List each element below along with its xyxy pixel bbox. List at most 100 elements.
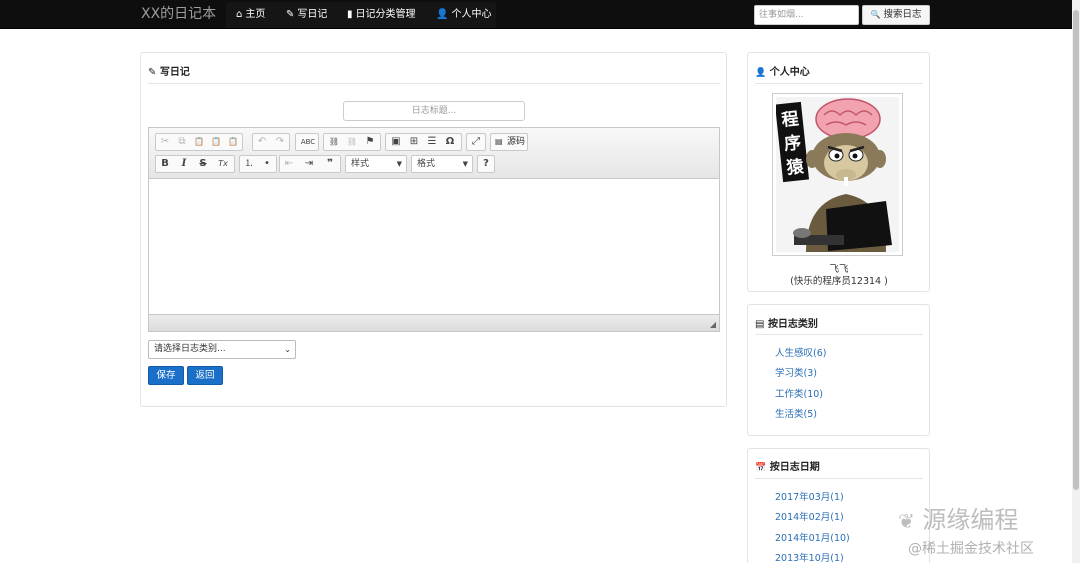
editor-content-area[interactable]	[149, 179, 719, 315]
paste-word-icon[interactable]: 📋	[224, 134, 242, 150]
pencil-icon: ✎	[148, 67, 157, 78]
pencil-icon: ✎	[286, 9, 295, 20]
svg-text:序: 序	[783, 132, 802, 155]
nav-item-label: 主页	[245, 9, 266, 20]
nav-item-personal-center[interactable]: 👤 个人中心	[436, 2, 491, 28]
scrollbar-thumb[interactable]	[1073, 10, 1079, 490]
category-link[interactable]: 学习类(3)	[775, 365, 817, 379]
help-group: ?	[477, 155, 495, 173]
insert-group: ▣ ⊞ ☰ Ω	[385, 133, 462, 151]
bulleted-list-icon[interactable]: •	[258, 156, 276, 172]
hline-icon[interactable]: ☰	[423, 134, 441, 150]
wechat-icon: ❦	[898, 509, 915, 533]
calendar-icon: 📅	[755, 463, 767, 473]
italic-icon[interactable]: I	[175, 156, 193, 172]
maximize-icon[interactable]: ⤢	[467, 134, 485, 150]
avatar: 程 序 猿	[772, 93, 903, 256]
link-icon[interactable]: ⛓	[325, 134, 343, 150]
spell-group: ABC	[295, 133, 319, 151]
bold-icon[interactable]: B	[156, 156, 174, 172]
style-combo[interactable]: 样式 ▼	[345, 155, 407, 173]
category-link[interactable]: 生活类(5)	[775, 406, 817, 420]
date-link[interactable]: 2013年10月(1)	[775, 550, 844, 563]
copy-icon[interactable]: ⧉	[173, 134, 191, 150]
special-char-icon[interactable]: Ω	[441, 134, 459, 150]
nav-item-write-diary[interactable]: ✎ 写日记	[286, 2, 327, 28]
date-link[interactable]: 2017年03月(1)	[775, 489, 844, 503]
undo-group: ↶ ↷	[252, 133, 290, 151]
category-link[interactable]: 人生感叹(6)	[775, 345, 826, 359]
undo-icon[interactable]: ↶	[253, 134, 271, 150]
link-group: ⛓ ⛓ ⚑	[323, 133, 381, 151]
write-diary-title: ✎ 写日记	[148, 63, 190, 78]
divider	[755, 478, 923, 479]
diary-title-input[interactable]: 日志标题...	[343, 101, 525, 121]
panel-title-text: 按日志日期	[769, 462, 820, 473]
book-icon: ▮	[347, 9, 353, 20]
search-button[interactable]: 🔍 搜索日志	[862, 5, 930, 25]
list-icon: ▤	[755, 319, 765, 330]
numbered-list-icon[interactable]: ⒈	[240, 156, 258, 172]
brand-title[interactable]: XX的日记本	[141, 4, 216, 24]
category-select[interactable]: 请选择日志类别... ⌄	[148, 340, 296, 359]
dropdown-arrow-icon: ▼	[396, 160, 402, 168]
save-button[interactable]: 保存	[148, 366, 184, 385]
category-title: ▤ 按日志类别	[755, 315, 818, 330]
nav-item-home[interactable]: ⌂ 主页	[236, 2, 265, 28]
spellcheck-icon[interactable]: ABC	[297, 134, 319, 150]
image-icon[interactable]: ▣	[387, 134, 405, 150]
clipboard-group: ✂ ⧉ 📋 📋 📋	[155, 133, 243, 151]
nav-item-category-manage[interactable]: ▮ 日记分类管理	[347, 2, 416, 28]
top-navbar: XX的日记本 ⌂ 主页 ✎ 写日记 ▮ 日记分类管理 👤 个人中心 往事如烟... 🔍 …	[0, 0, 1072, 29]
resize-handle-icon[interactable]: ◢	[710, 320, 716, 329]
user-icon: 👤	[436, 9, 449, 20]
format-group: B I S Tx	[155, 155, 235, 173]
editor-toolbar: ✂ ⧉ 📋 📋 📋 ↶ ↷ ABC ⛓ ⛓ ⚑ ▣ ⊞ ☰ Ω ⤢ ▤ 源码 B…	[149, 128, 719, 179]
format-combo-label: 格式	[417, 159, 436, 169]
list-group: ⒈ •	[239, 155, 277, 173]
date-link[interactable]: 2014年01月(10)	[775, 530, 850, 544]
date-link[interactable]: 2014年02月(1)	[775, 509, 844, 523]
style-combo-label: 样式	[351, 159, 370, 169]
dropdown-arrow-icon: ▼	[462, 160, 468, 168]
watermark-sub: @稀土掘金技术社区	[908, 541, 1034, 557]
strike-icon[interactable]: S	[194, 156, 212, 172]
profile-title: 👤 个人中心	[755, 63, 810, 78]
search-icon: 🔍	[870, 10, 881, 19]
watermark-main-text: 源缘编程	[922, 506, 1019, 534]
editor-footer: ◢	[149, 314, 719, 331]
panel-title-text: 个人中心	[769, 67, 810, 78]
date-title: 📅 按日志日期	[755, 458, 820, 473]
format-combo[interactable]: 格式 ▼	[411, 155, 473, 173]
nav-menu: ⌂ 主页 ✎ 写日记 ▮ 日记分类管理 👤 个人中心	[226, 2, 496, 28]
back-button[interactable]: 返回	[187, 366, 223, 385]
divider	[148, 83, 720, 84]
search-button-label: 搜索日志	[883, 9, 922, 20]
panel-title-text: 写日记	[159, 67, 190, 78]
nav-item-label: 个人中心	[451, 9, 492, 20]
help-icon[interactable]: ?	[478, 156, 494, 172]
cut-icon[interactable]: ✂	[156, 134, 174, 150]
watermark-main: ❦ 源缘编程	[898, 500, 1018, 535]
svg-text:猿: 猿	[785, 156, 806, 179]
chevron-down-icon: ⌄	[284, 345, 291, 354]
anchor-icon[interactable]: ⚑	[361, 134, 379, 150]
outdent-icon[interactable]: ⇤	[280, 156, 298, 172]
indent-group: ⇤ ⇥ ❞	[279, 155, 341, 173]
source-icon: ▤	[495, 137, 503, 146]
paste-text-icon[interactable]: 📋	[207, 134, 225, 150]
redo-icon[interactable]: ↷	[271, 134, 289, 150]
source-label: 源码	[507, 137, 526, 147]
source-button[interactable]: ▤ 源码	[490, 133, 528, 151]
user-icon: 👤	[755, 68, 767, 78]
unlink-icon[interactable]: ⛓	[343, 134, 361, 150]
search-input[interactable]: 往事如烟...	[754, 5, 859, 25]
blockquote-icon[interactable]: ❞	[321, 156, 339, 172]
page-scrollbar[interactable]	[1072, 0, 1080, 563]
paste-icon[interactable]: 📋	[190, 134, 208, 150]
category-link[interactable]: 工作类(10)	[775, 386, 823, 400]
monkey-avatar-image: 程 序 猿	[774, 97, 899, 252]
table-icon[interactable]: ⊞	[405, 134, 423, 150]
indent-icon[interactable]: ⇥	[300, 156, 318, 172]
remove-format-icon[interactable]: Tx	[214, 156, 232, 172]
